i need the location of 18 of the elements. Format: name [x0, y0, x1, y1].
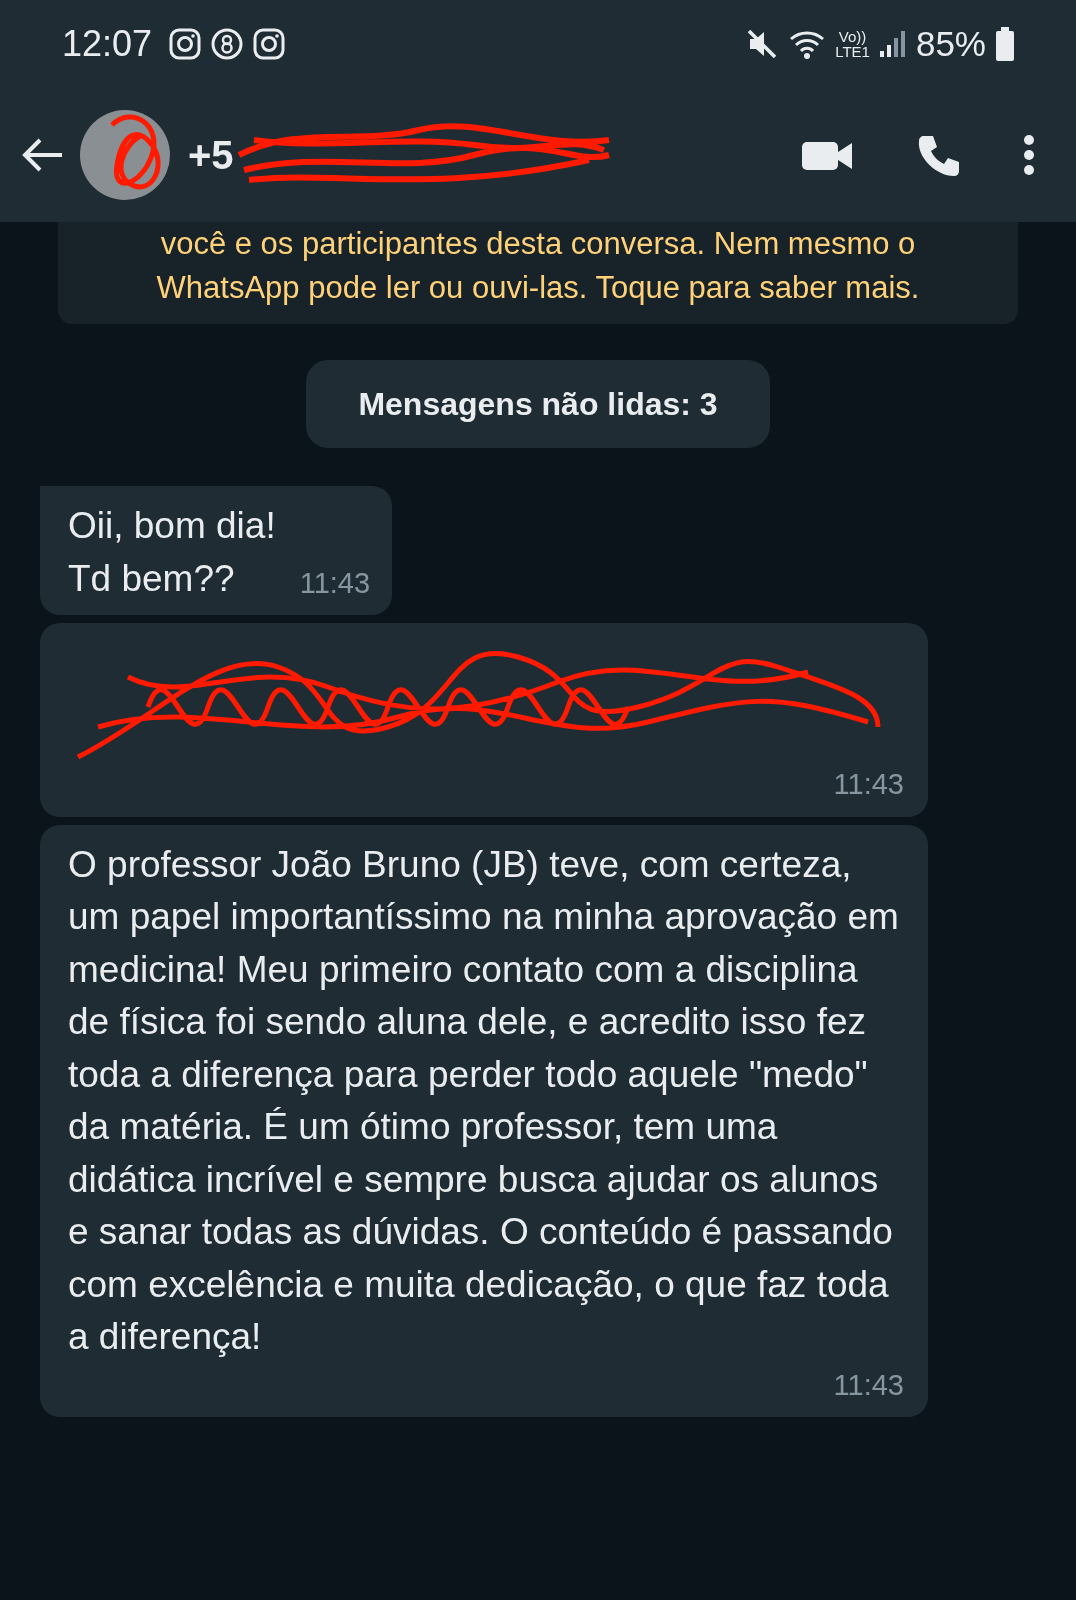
- encryption-notice[interactable]: você e os participantes desta conversa. Nem mesmo o WhatsApp pode ler ou ouvi-las. Toque para saber mais.: [58, 222, 1018, 324]
- network-label: Vo)): [837, 29, 868, 44]
- message-time: 11:43: [832, 1367, 904, 1403]
- message-time: 11:43: [832, 767, 904, 802]
- message-time: 11:43: [299, 565, 371, 601]
- status-time: 12:07: [62, 22, 153, 66]
- circled-number-icon: [210, 27, 245, 61]
- phone-icon[interactable]: [916, 133, 960, 177]
- message-text: O professor João Bruno (JB) teve, com certeza, um papel importantíssimo na minha aprovação em medicina! Meu primeiro contato com a disciplina de física foi sendo aluna dele, e acredito isso fez toda a diferença para perder todo aquele "medo" da matéria. É um ótimo professor, tem uma didática incrível e sempre busca ajudar os alunos e sanar todas as dúvidas. O conteúdo é passando com excelência e muita dedicação, o que faz toda a diferença!: [68, 842, 900, 1359]
- signal-icon: [877, 29, 908, 59]
- message-text: Oii, bom dia! Td bem??: [68, 504, 276, 601]
- contact-name[interactable]: +5: [188, 125, 234, 185]
- battery-percentage: 85%: [915, 22, 986, 65]
- app-notification-icon: [168, 27, 203, 61]
- battery-icon: [994, 26, 1016, 62]
- more-options-icon[interactable]: [1022, 133, 1036, 177]
- network-label: LTE1: [835, 44, 870, 59]
- app-notification-icon: [252, 27, 287, 61]
